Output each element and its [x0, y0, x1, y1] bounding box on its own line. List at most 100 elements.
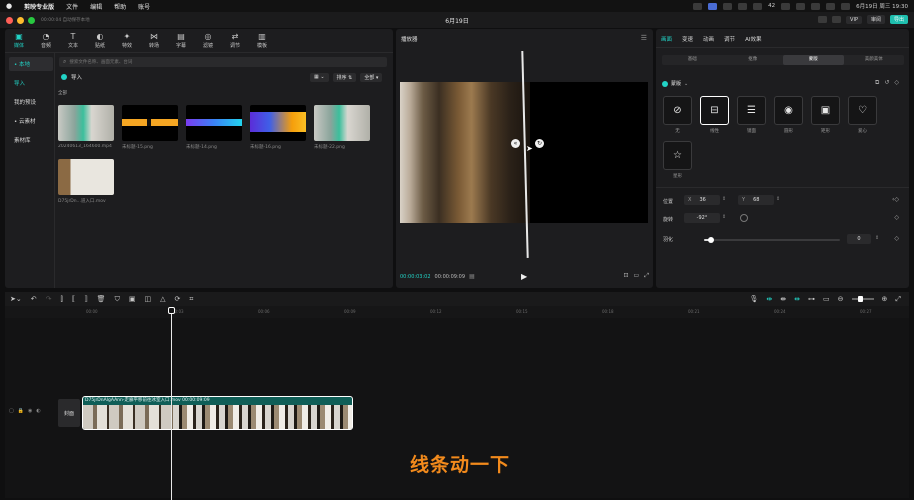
- search-bar[interactable]: ⌕ 搜索文件名称、画面元素、台词: [59, 57, 387, 67]
- video-clip[interactable]: D75jrDnAIgAAnn-走廊平移前往冰室入口.mov 00:00:09:0…: [82, 396, 353, 430]
- grid-toggle-icon[interactable]: ▦: [469, 273, 475, 280]
- status-icon[interactable]: [708, 2, 718, 10]
- reverse-icon[interactable]: ◫: [144, 295, 151, 303]
- auto-snap-icon[interactable]: ⇼: [780, 295, 786, 303]
- playhead-handle[interactable]: [168, 307, 175, 314]
- link-icon[interactable]: ⇹: [794, 295, 800, 303]
- toolbar-caption[interactable]: ▤ 字幕: [169, 32, 193, 49]
- undo-icon[interactable]: ↶: [31, 295, 37, 303]
- rotate-keyframe-icon[interactable]: ◇: [894, 214, 899, 221]
- position-x-field[interactable]: X 36: [684, 195, 720, 205]
- toolbar-text[interactable]: T 文本: [61, 32, 85, 49]
- sidebar-item-cloud[interactable]: • 云素材: [9, 114, 53, 128]
- play-button[interactable]: ▶: [521, 272, 527, 281]
- split-right-icon[interactable]: ⟧: [84, 295, 87, 303]
- import-button[interactable]: 导入: [61, 73, 82, 81]
- sidebar-item-local[interactable]: • 本地: [9, 57, 53, 71]
- select-tool-icon[interactable]: ➤⌄: [10, 295, 22, 303]
- mirror-icon[interactable]: △: [160, 295, 165, 303]
- tab-ai-effects[interactable]: AI效果: [745, 35, 761, 43]
- zoom-thumb[interactable]: [857, 296, 863, 302]
- layout-icon[interactable]: [818, 16, 828, 23]
- export-button[interactable]: 导出: [889, 15, 908, 24]
- reset-icon[interactable]: ↺: [884, 79, 889, 87]
- toolbar-media[interactable]: ▣ 媒体: [7, 32, 31, 49]
- track-eye-icon[interactable]: ◉: [28, 408, 32, 414]
- status-icon[interactable]: [738, 2, 748, 10]
- search-icon[interactable]: [841, 2, 851, 10]
- feather-field[interactable]: 0: [847, 234, 871, 244]
- toolbar-audio[interactable]: ◔ 音频: [34, 32, 58, 49]
- feather-thumb[interactable]: [707, 237, 714, 243]
- sort-button[interactable]: 排序 ⇅: [332, 73, 357, 82]
- toolbar-sticker[interactable]: ◐ 贴纸: [88, 32, 112, 49]
- position-keyframe-icon[interactable]: ‹◇: [892, 196, 899, 203]
- mask-rectangle[interactable]: ▣: [811, 96, 840, 125]
- zoom-slider[interactable]: [851, 296, 874, 302]
- rotate-dial[interactable]: [740, 214, 748, 222]
- menu-app-name[interactable]: 剪映专业版: [24, 2, 54, 11]
- vip-badge[interactable]: VIP: [846, 15, 862, 24]
- split-icon[interactable]: ⫿: [60, 295, 62, 304]
- fit-icon[interactable]: ⤢: [895, 295, 901, 304]
- subtab-mask[interactable]: 蒙版: [783, 55, 844, 65]
- media-thumb-image[interactable]: [186, 105, 242, 141]
- menu-file[interactable]: 文件: [66, 2, 78, 11]
- fullscreen-icon[interactable]: ⤢: [644, 272, 649, 280]
- subtab-basic[interactable]: 基础: [662, 55, 723, 65]
- zoom-out-icon[interactable]: ⊖: [838, 295, 844, 303]
- microphone-icon[interactable]: 🎙: [750, 295, 759, 303]
- rotate-field[interactable]: -92°: [684, 213, 720, 223]
- menu-edit[interactable]: 编辑: [90, 2, 102, 11]
- toolbar-template[interactable]: ▥ 模板: [250, 32, 274, 49]
- feather-keyframe-icon[interactable]: ◇: [894, 235, 899, 242]
- delete-icon[interactable]: 🗑: [97, 295, 106, 303]
- media-thumb-image[interactable]: [314, 105, 370, 141]
- caption-track-icon[interactable]: ▭: [823, 295, 830, 303]
- status-icon[interactable]: [811, 2, 821, 10]
- feather-slider[interactable]: [704, 237, 840, 243]
- media-thumb-image[interactable]: [250, 105, 306, 141]
- status-icon[interactable]: [753, 2, 763, 10]
- mask-rotate-handle[interactable]: ↻: [535, 139, 544, 148]
- position-y-field[interactable]: Y 68: [738, 195, 774, 205]
- sidebar-item-library[interactable]: 素材库: [9, 133, 53, 147]
- keyframe-icon[interactable]: ◇: [894, 79, 899, 87]
- preview-axis-icon[interactable]: ⊶: [808, 295, 815, 303]
- view-toggle-button[interactable]: ▦ ⌄: [310, 73, 329, 82]
- rotate-icon[interactable]: ⟳: [174, 295, 180, 303]
- media-thumb-image[interactable]: [122, 105, 178, 141]
- ratio-button[interactable]: ▭: [634, 272, 640, 280]
- mask-none[interactable]: ⊘: [663, 96, 692, 125]
- mask-mirror[interactable]: ☰: [737, 96, 766, 125]
- mask-feather-handle[interactable]: «: [511, 139, 520, 148]
- media-thumb-video[interactable]: [58, 105, 114, 141]
- status-icon[interactable]: [796, 2, 806, 10]
- invert-mask-icon[interactable]: ⧉: [875, 79, 879, 87]
- subtab-cutout[interactable]: 抠像: [723, 55, 784, 65]
- sidebar-item-presets[interactable]: 我的预设: [9, 95, 53, 109]
- rotate-stepper-icon[interactable]: ⇕: [722, 214, 726, 220]
- mask-heart[interactable]: ♡: [848, 96, 877, 125]
- tab-video[interactable]: 画面: [661, 35, 672, 43]
- toolbar-effects[interactable]: ✦ 特效: [115, 32, 139, 49]
- wechat-icon[interactable]: [781, 2, 791, 10]
- toolbar-adjust[interactable]: ⇄ 调节: [223, 32, 247, 49]
- status-icon[interactable]: [723, 2, 733, 10]
- filter-all-button[interactable]: 全部 ▾: [360, 73, 383, 82]
- crop-icon[interactable]: ⌗: [189, 295, 193, 304]
- sidebar-item-import[interactable]: 导入: [9, 76, 53, 90]
- tab-animation[interactable]: 动画: [703, 35, 714, 43]
- split-left-icon[interactable]: ⟦: [72, 295, 75, 303]
- track-audio-icon[interactable]: ◐: [36, 408, 40, 414]
- redo-icon[interactable]: ↷: [46, 295, 52, 303]
- shortcut-icon[interactable]: [832, 16, 842, 23]
- toolbar-filter[interactable]: ◎ 滤镜: [196, 32, 220, 49]
- player-menu-icon[interactable]: ☰: [641, 34, 647, 42]
- tab-adjust[interactable]: 调节: [724, 35, 735, 43]
- tab-speed[interactable]: 变速: [682, 35, 693, 43]
- mark-icon[interactable]: ⛉: [115, 295, 120, 304]
- zoom-in-icon[interactable]: ⊕: [882, 295, 888, 303]
- x-stepper-icon[interactable]: ⇕: [722, 196, 726, 202]
- apple-icon[interactable]: ●: [6, 2, 12, 10]
